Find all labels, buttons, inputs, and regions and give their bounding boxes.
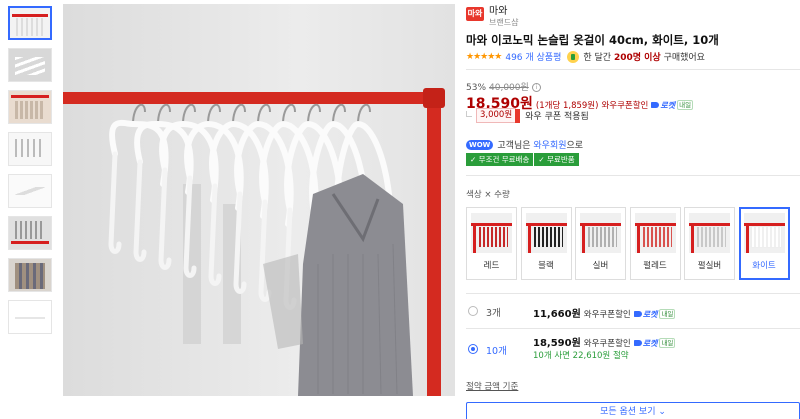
thumbnail-6[interactable]: [8, 216, 52, 250]
wow-badge: WOW: [466, 139, 494, 150]
rocket-icon: [633, 311, 642, 317]
thumbnail-1[interactable]: [8, 6, 52, 40]
coupon-amount: 3,000원: [476, 108, 517, 123]
brand-logo[interactable]: 마와: [466, 7, 484, 21]
quantity-coupon-label: 와우쿠폰할인: [583, 310, 631, 320]
view-all-options-button[interactable]: 모든 옵션 보기 ⌄: [466, 402, 800, 419]
color-option-white[interactable]: 화이트: [738, 207, 790, 280]
wow-member-row: WOW 고객님은 와우회원으로: [466, 138, 583, 151]
wow-member-text: 고객님은 와우회원으로: [497, 141, 584, 151]
corner-arrow-icon: [466, 110, 472, 117]
quantity-price-row: 18,590원 와우쿠폰할인 로켓 내일: [533, 334, 676, 349]
brand-shop-label: 브랜드샵: [489, 18, 519, 27]
coupon-applied-text: 와우 쿠폰 적용됨: [525, 112, 589, 122]
color-option-silver[interactable]: 실버: [575, 207, 626, 280]
divider: [466, 293, 800, 294]
color-swatch: [580, 213, 621, 253]
quantity-radio[interactable]: [468, 344, 478, 354]
thumbnail-5[interactable]: [8, 174, 52, 208]
shopping-bag-icon: [567, 50, 580, 63]
color-swatch: [743, 213, 785, 253]
info-icon[interactable]: i: [531, 83, 541, 92]
color-option-pearl-silver[interactable]: 펄실버: [684, 207, 735, 280]
bought-count-text: 한 달간 200명 이상 구매했어요: [583, 53, 705, 63]
color-option-pearl-red[interactable]: 펄레드: [629, 207, 681, 280]
rocket-icon: [633, 340, 642, 346]
product-title: 마와 이코노믹 논슬립 옷걸이 40cm, 화이트, 10개: [466, 33, 719, 47]
quantity-radio[interactable]: [468, 306, 478, 316]
quantity-label: 3개: [486, 308, 501, 319]
free-return-badge: ✓ 무료반품: [534, 153, 579, 166]
thumbnail-8[interactable]: [8, 300, 52, 334]
color-swatch: [689, 213, 730, 253]
wow-member-link[interactable]: 와우회원: [533, 141, 566, 151]
savings-criteria-link[interactable]: 절약 금액 기준: [466, 380, 518, 392]
thumbnail-2[interactable]: [8, 48, 52, 82]
quantity-savings: 10개 사면 22,610원 절약: [533, 351, 629, 361]
quantity-label: 10개: [486, 346, 507, 357]
rocket-delivery-badge: 로켓 내일: [651, 100, 694, 111]
quantity-option-10[interactable]: 10개 18,590원 와우쿠폰할인 로켓 내일 10개 사면 22,610원 절…: [466, 330, 800, 370]
color-swatch: [471, 213, 512, 253]
product-page: 마와 마와 브랜드샵 마와 이코노믹 논슬립 옷걸이 40cm, 화이트, 10…: [0, 0, 800, 419]
color-option-black[interactable]: 블랙: [520, 207, 572, 280]
quantity-price: 18,590원: [533, 338, 581, 349]
quantity-coupon-label: 와우쿠폰할인: [583, 339, 631, 349]
original-price: 40,000원: [489, 83, 529, 93]
brand-shop[interactable]: 마와 마와 브랜드샵: [466, 6, 518, 28]
free-shipping-badge: ✓ 무조건 무료배송: [466, 153, 534, 166]
rocket-delivery-badge: 로켓 내일: [633, 338, 676, 349]
hanger-rack-illustration: [63, 4, 455, 396]
main-product-image: [63, 4, 455, 396]
thumbnail-4[interactable]: [8, 132, 52, 166]
product-info-panel: 마와 마와 브랜드샵 마와 이코노믹 논슬립 옷걸이 40cm, 화이트, 10…: [466, 0, 800, 419]
divider: [466, 69, 800, 70]
coupon-ticket-icon: [515, 108, 521, 123]
color-swatch: [634, 213, 676, 253]
thumbnail-3[interactable]: [8, 90, 52, 124]
color-options: 레드 블랙 실버 펄레드 펄실버 화이트: [466, 207, 793, 280]
discount-row: 53% 40,000원 i: [466, 80, 541, 93]
coupon-row: 3,000원 와우 쿠폰 적용됨: [466, 108, 589, 123]
rocket-delivery-badge: 로켓 내일: [633, 309, 676, 320]
free-benefits: ✓ 무조건 무료배송 ✓ 무료반품: [466, 153, 580, 166]
discount-rate: 53%: [466, 83, 487, 93]
color-swatch: [525, 213, 567, 253]
option-label: 색상 × 수량: [466, 190, 510, 200]
thumbnail-7[interactable]: [8, 258, 52, 292]
rocket-icon: [651, 102, 660, 108]
divider: [466, 328, 800, 329]
divider: [466, 175, 800, 176]
brand-name[interactable]: 마와: [489, 6, 518, 17]
quantity-option-3[interactable]: 3개 11,660원 와우쿠폰할인 로켓 내일: [466, 298, 800, 328]
color-option-red[interactable]: 레드: [466, 207, 517, 280]
rating-row: ★★★★★ 496 개 상품평 한 달간 200명 이상 구매했어요: [466, 50, 705, 63]
wow-coupon-label: 와우쿠폰할인: [601, 101, 649, 111]
star-rating-icon: ★★★★★: [466, 51, 502, 62]
review-count-link[interactable]: 496 개 상품평: [505, 50, 561, 63]
quantity-price-row: 11,660원 와우쿠폰할인 로켓 내일: [533, 305, 676, 320]
quantity-price: 11,660원: [533, 309, 581, 320]
thumbnail-list: [8, 6, 54, 342]
